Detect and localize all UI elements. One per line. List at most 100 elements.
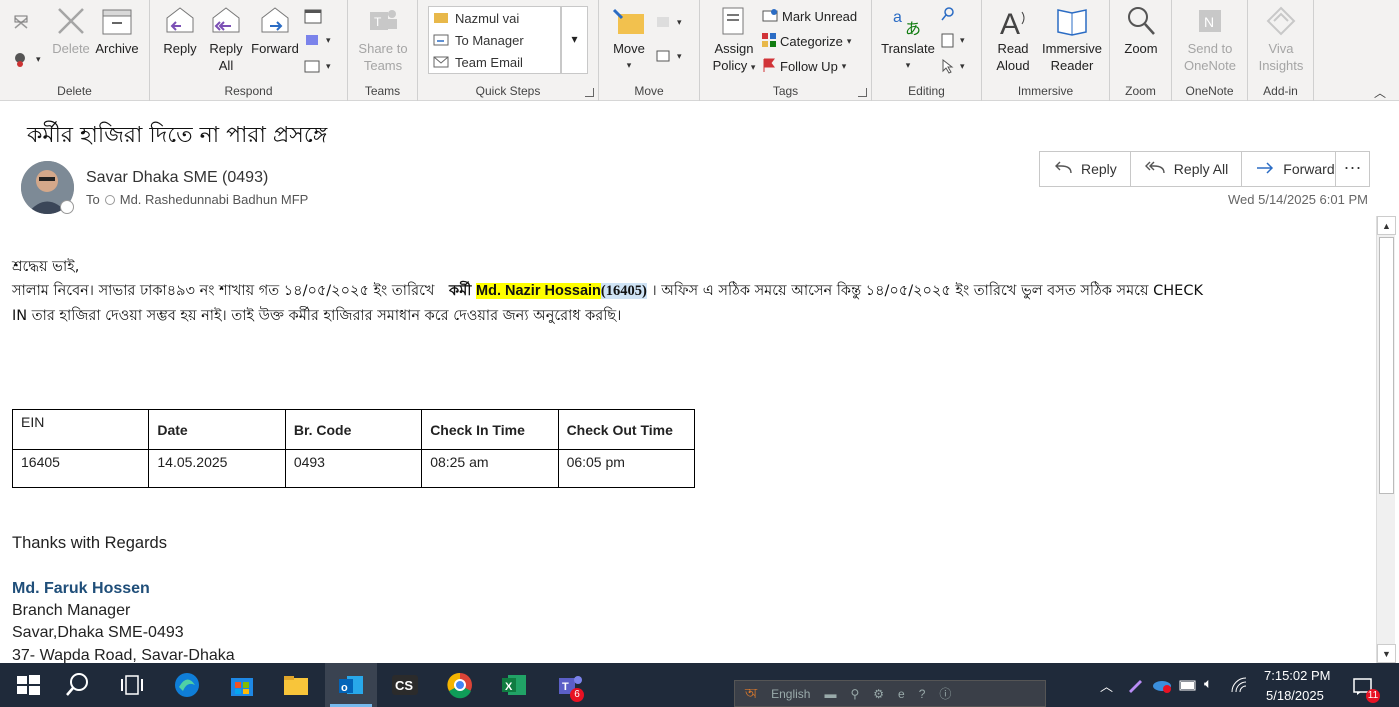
teams-badge: 6	[570, 688, 584, 702]
tags-group: Assign Policy ▾ Mark Unread Categorize ▾ …	[700, 0, 872, 101]
collapse-ribbon-icon[interactable]: ︿	[1374, 84, 1386, 101]
battery-icon[interactable]	[1178, 676, 1198, 697]
categorize-button[interactable]: Categorize ▾	[762, 33, 851, 50]
read-aloud-button[interactable]: A Read Aloud	[988, 4, 1038, 74]
rules-icon[interactable]: ▾	[655, 14, 682, 30]
quick-step-nazmul[interactable]: Nazmul vai	[429, 7, 560, 29]
teams-icon: T	[366, 4, 400, 38]
quick-step-label: Nazmul vai	[455, 10, 520, 26]
excel-icon[interactable]: X	[500, 671, 528, 699]
task-view-icon[interactable]	[118, 671, 146, 699]
chrome-icon[interactable]	[446, 671, 474, 699]
lang-info-icon[interactable]: ⓘ	[939, 685, 951, 702]
tags-launcher[interactable]	[858, 88, 867, 97]
windows-start-icon[interactable]	[14, 671, 42, 699]
language-bar[interactable]: অ English ▬ ⚲ ⚙ e ? ⓘ	[734, 680, 1046, 707]
table-cell: 08:25 am	[421, 449, 559, 488]
mark-unread-button[interactable]: Mark Unread	[762, 8, 857, 25]
clock-date[interactable]: 5/18/2025	[1266, 688, 1324, 703]
search-icon[interactable]	[64, 671, 92, 699]
more-respond-icon[interactable]: ▾	[304, 58, 331, 74]
table-row: 16405 14.05.2025 0493 08:25 am 06:05 pm	[11, 449, 696, 488]
ribbon-reply-all-button[interactable]: Reply All	[204, 4, 248, 74]
meeting-icon[interactable]	[304, 8, 322, 24]
find-icon[interactable]	[940, 6, 956, 22]
follow-up-label: Follow Up	[780, 59, 838, 74]
addin-group: Viva Insights Add-in	[1248, 0, 1314, 101]
scroll-down-icon[interactable]: ▼	[1377, 644, 1396, 663]
onedrive-error-icon[interactable]	[1152, 676, 1172, 697]
viva-label-1: Viva	[1268, 41, 1294, 56]
categorize-icon	[762, 33, 776, 50]
mark-unread-icon	[762, 8, 778, 25]
editing-group-label: Editing	[908, 84, 945, 98]
lang-help-icon[interactable]: ?	[919, 687, 926, 701]
clock-time[interactable]: 7:15:02 PM	[1264, 668, 1331, 683]
quick-steps-expand-button[interactable]: ▾	[561, 6, 588, 74]
signature-name: Md. Faruk Hossen	[12, 580, 150, 597]
table-header-cell: Br. Code	[284, 409, 423, 450]
pen-icon[interactable]	[1126, 676, 1144, 697]
signature-address: 37- Wapda Road, Savar-Dhaka	[12, 647, 235, 663]
body-text: । অফিস এ সঠিক সময়ে আসেন কিন্তু ১৪/০৫/২০…	[651, 283, 1203, 299]
teams-respond-icon[interactable]: ▾	[304, 32, 331, 48]
related-icon[interactable]: ▾	[940, 32, 965, 48]
cs-app-icon[interactable]: CS	[391, 671, 419, 699]
forward-mail-icon	[433, 32, 449, 49]
ribbon-reply-button[interactable]: Reply	[158, 4, 202, 57]
svg-text:A: A	[1000, 8, 1020, 38]
forward-button[interactable]: Forward	[1242, 152, 1347, 186]
file-explorer-icon[interactable]	[282, 671, 310, 699]
tray-overflow-icon[interactable]: ︿	[1100, 676, 1113, 695]
recipient-name[interactable]: Md. Rashedunnabi Badhun MFP	[120, 192, 309, 207]
lang-settings-icon[interactable]: ⚙	[873, 687, 884, 701]
onenote-move-icon[interactable]: ▾	[655, 48, 682, 64]
zoom-icon	[1124, 4, 1158, 38]
send-to-onenote-button[interactable]: N Send to OneNote	[1176, 4, 1244, 74]
read-aloud-label-2: Aloud	[996, 58, 1030, 73]
lang-tool-icon[interactable]: ⚲	[850, 687, 859, 701]
reply-button[interactable]: Reply	[1040, 152, 1131, 186]
viva-insights-icon	[1264, 4, 1298, 38]
viva-insights-button[interactable]: Viva Insights	[1252, 4, 1310, 74]
wifi-icon[interactable]	[1230, 676, 1250, 697]
table-header-row: EIN Date Br. Code Check In Time Check Ou…	[11, 409, 696, 450]
message-subject: কর্মীর হাজিরা দিতে না পারা প্রসঙ্গে	[27, 123, 328, 148]
reply-all-button[interactable]: Reply All	[1131, 152, 1243, 186]
lang-ie-icon[interactable]: e	[898, 687, 905, 701]
delete-button[interactable]: Delete	[50, 4, 92, 57]
send-label-1: Send to	[1187, 41, 1233, 56]
lang-minimize-icon[interactable]: ▬	[824, 687, 836, 701]
sender-name[interactable]: Savar Dhaka SME (0493)	[86, 169, 268, 187]
quick-steps-launcher[interactable]	[585, 88, 594, 97]
store-icon[interactable]	[228, 671, 256, 699]
svg-text:X: X	[505, 681, 513, 693]
archive-button[interactable]: Archive	[94, 4, 140, 57]
assign-policy-button[interactable]: Assign Policy ▾	[706, 4, 762, 76]
move-button[interactable]: Move ▾	[607, 4, 651, 74]
outlook-icon[interactable]: o	[337, 671, 365, 699]
scroll-up-icon[interactable]: ▲	[1377, 216, 1396, 235]
select-icon[interactable]: ▾	[940, 58, 965, 74]
volume-icon[interactable]: 🔈︎	[1204, 675, 1212, 692]
respond-group-label: Respond	[224, 84, 273, 98]
scroll-thumb[interactable]	[1379, 237, 1394, 494]
share-to-teams-button[interactable]: T Share to Teams	[352, 4, 414, 74]
table-cell: 16405	[11, 449, 150, 488]
ignore-icon[interactable]	[12, 14, 32, 32]
edge-icon[interactable]	[173, 671, 201, 699]
ribbon-forward-button[interactable]: Forward	[250, 4, 300, 57]
immersive-reader-button[interactable]: Immersive Reader	[1038, 4, 1106, 74]
body-line-1: সালাম নিবেন। সাভার ঢাকা৪৯৩ নং শাখায় গত …	[12, 280, 1203, 304]
follow-up-button[interactable]: Follow Up ▾	[762, 58, 846, 75]
quick-step-team-email[interactable]: Team Email	[429, 51, 560, 73]
keyboard-layout-icon: অ	[745, 684, 758, 701]
share-label-2: Teams	[363, 58, 403, 73]
vertical-scrollbar[interactable]: ▲ ▼	[1376, 216, 1396, 663]
translate-button[interactable]: aあ Translate ▾	[880, 4, 936, 74]
quick-step-to-manager[interactable]: To Manager	[429, 29, 560, 51]
zoom-button[interactable]: Zoom	[1116, 4, 1166, 57]
cleanup-icon[interactable]: ▾	[12, 50, 41, 68]
delete-group: ▾ Delete Archive Delete	[0, 0, 150, 101]
more-actions-button[interactable]: ···	[1335, 151, 1370, 187]
